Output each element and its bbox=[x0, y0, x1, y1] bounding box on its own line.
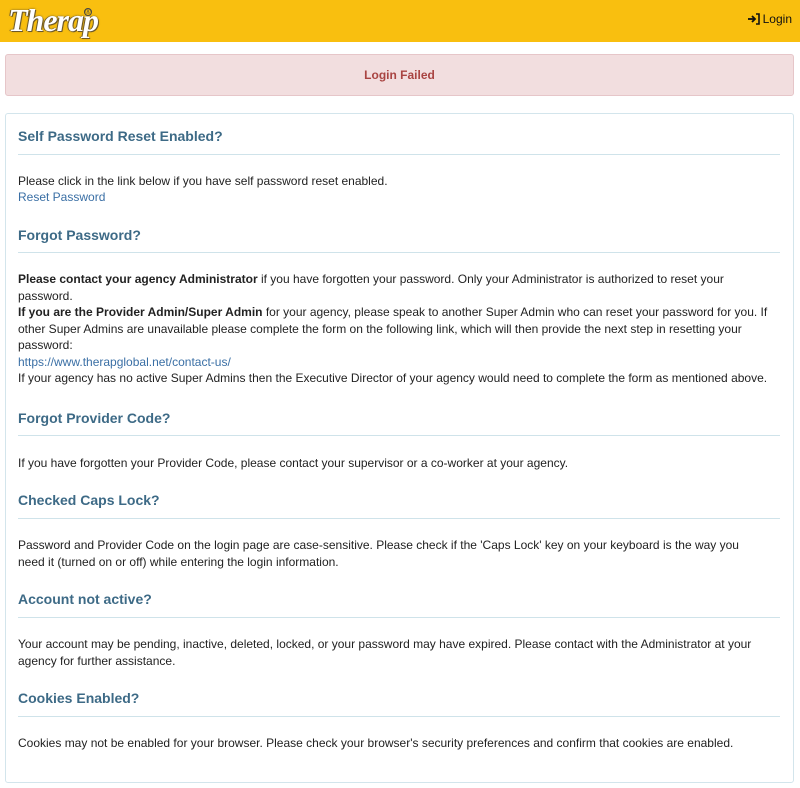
forgot-password-para-2: If you are the Provider Admin/Super Admi… bbox=[18, 304, 768, 354]
section-divider bbox=[18, 252, 780, 253]
self-reset-text: Please click in the link below if you ha… bbox=[18, 174, 388, 188]
login-help-panel: Self Password Reset Enabled? Please clic… bbox=[5, 113, 794, 783]
login-link[interactable]: Login bbox=[747, 12, 792, 26]
section-title-forgot-provider-code: Forgot Provider Code? bbox=[18, 410, 171, 426]
forgot-password-body: Please contact your agency Administrator… bbox=[18, 271, 768, 387]
sign-in-icon bbox=[747, 13, 761, 25]
forgot-code-text: If you have forgotten your Provider Code… bbox=[18, 456, 569, 470]
login-label: Login bbox=[762, 12, 792, 26]
section-divider bbox=[18, 518, 780, 519]
section-title-caps-lock: Checked Caps Lock? bbox=[18, 492, 160, 508]
contact-us-link[interactable]: https://www.therapglobal.net/contact-us/ bbox=[18, 355, 231, 369]
reset-password-link-line: Reset Password bbox=[18, 189, 768, 206]
section-title-cookies: Cookies Enabled? bbox=[18, 690, 140, 706]
section-divider bbox=[18, 617, 780, 618]
section-title-self-reset: Self Password Reset Enabled? bbox=[18, 128, 223, 144]
section-divider bbox=[18, 435, 780, 436]
super-admin-bold: If you are the Provider Admin/Super Admi… bbox=[18, 305, 263, 319]
therap-logo[interactable]: Therap bbox=[8, 1, 99, 39]
section-divider bbox=[18, 154, 780, 155]
account-not-active-text: Your account may be pending, inactive, d… bbox=[18, 637, 752, 668]
forgot-password-para-1: Please contact your agency Administrator… bbox=[18, 271, 768, 304]
contact-admin-bold: Please contact your agency Administrator bbox=[18, 272, 258, 286]
caps-lock-text: Password and Provider Code on the login … bbox=[18, 538, 739, 569]
login-failed-alert: Login Failed bbox=[5, 54, 794, 96]
contact-us-link-line: https://www.therapglobal.net/contact-us/ bbox=[18, 354, 768, 371]
registered-mark: ® bbox=[84, 8, 92, 16]
section-title-account-not-active: Account not active? bbox=[18, 591, 152, 607]
executive-director-text: If your agency has no active Super Admin… bbox=[18, 371, 768, 385]
cookies-text: Cookies may not be enabled for your brow… bbox=[18, 736, 734, 750]
reset-password-link[interactable]: Reset Password bbox=[18, 190, 105, 204]
section-title-forgot-password: Forgot Password? bbox=[18, 227, 141, 243]
section-divider bbox=[18, 716, 780, 717]
top-header-bar: Therap ® Login bbox=[0, 0, 800, 42]
